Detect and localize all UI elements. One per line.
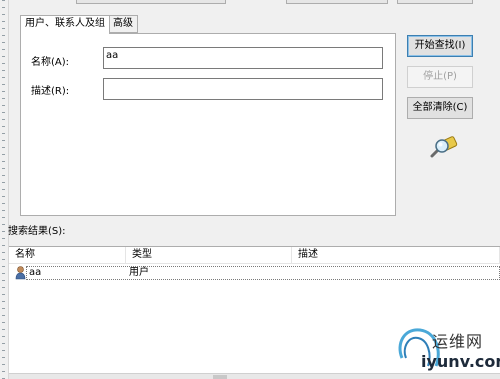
row-type: 用户 xyxy=(129,267,149,278)
description-field[interactable] xyxy=(103,78,383,100)
name-label: 名称(A): xyxy=(31,57,70,68)
name-field[interactable]: aa xyxy=(103,47,383,69)
top-button-1[interactable] xyxy=(76,0,226,4)
column-header-description[interactable]: 描述 xyxy=(292,247,500,264)
watermark: 运维网 iyunv.com xyxy=(396,326,500,379)
top-button-2[interactable] xyxy=(286,0,388,4)
column-header-type-label: 类型 xyxy=(132,249,152,260)
watermark-domain: iyunv.com xyxy=(421,352,500,371)
tab-users-contacts-groups-label: 用户、联系人及组 xyxy=(25,18,105,29)
start-search-label: 开始查找(I) xyxy=(414,40,466,51)
top-button-3[interactable] xyxy=(397,0,473,4)
name-field-value: aa xyxy=(106,50,119,61)
user-icon xyxy=(15,266,26,280)
watermark-title: 运维网 xyxy=(432,332,484,351)
stop-label: 停止(P) xyxy=(423,71,457,82)
start-search-button[interactable]: 开始查找(I) xyxy=(407,35,473,57)
tab-users-contacts-groups[interactable]: 用户、联系人及组 xyxy=(20,15,110,34)
clear-all-button[interactable]: 全部清除(C) xyxy=(407,97,473,119)
magnifier-icon xyxy=(430,136,458,158)
column-header-description-label: 描述 xyxy=(298,249,318,260)
window-left-edge xyxy=(0,0,9,379)
row-name: aa xyxy=(29,267,42,278)
stop-button[interactable]: 停止(P) xyxy=(407,66,473,88)
clear-all-label: 全部清除(C) xyxy=(412,102,468,113)
column-header-name[interactable]: 名称 xyxy=(9,247,126,264)
column-header-name-label: 名称 xyxy=(15,249,35,260)
tab-advanced[interactable]: 高级 xyxy=(108,15,138,33)
left-edge-dots xyxy=(2,0,5,379)
description-label: 描述(R): xyxy=(31,86,70,97)
tab-advanced-label: 高级 xyxy=(113,18,133,29)
results-label: 搜索结果(S): xyxy=(8,226,66,237)
scrollbar-thumb[interactable] xyxy=(213,375,227,379)
table-row[interactable]: aa 用户 xyxy=(26,266,500,280)
column-header-type[interactable]: 类型 xyxy=(126,247,292,264)
